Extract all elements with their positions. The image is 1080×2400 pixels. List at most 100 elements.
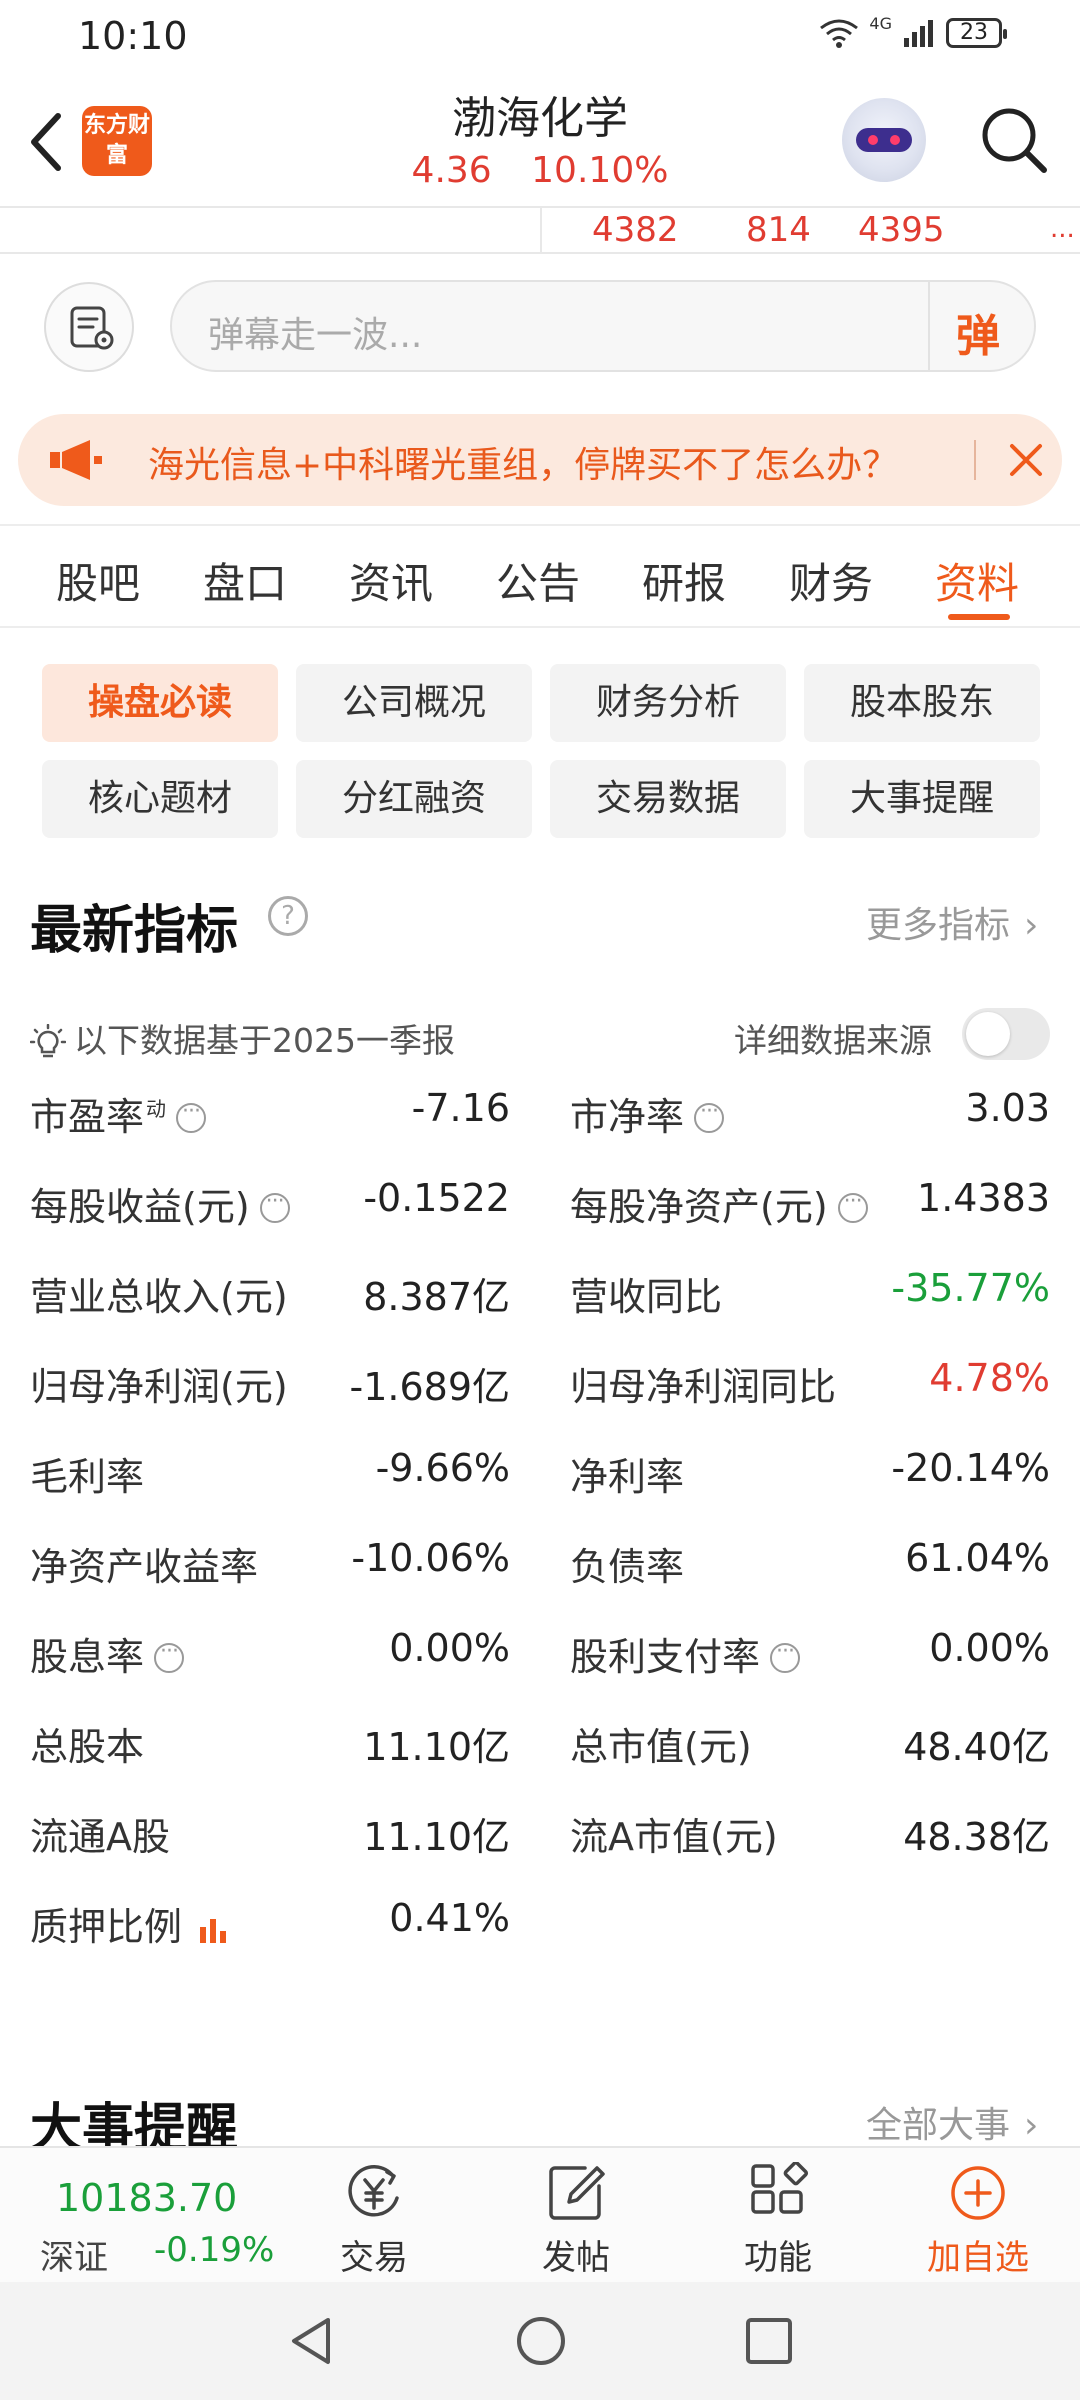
index-change[interactable]: -0.19% — [154, 2230, 274, 2270]
system-recents-icon[interactable] — [742, 2314, 796, 2368]
chip-dividend[interactable]: 分红融资 — [296, 760, 532, 838]
danmu-settings-icon — [70, 306, 114, 350]
danmu-placeholder: 弹幕走一波... — [208, 315, 423, 356]
metric-revenue-label: 营业总收入(元) — [30, 1275, 288, 1319]
danmu-send-button[interactable]: 弹 — [956, 300, 1000, 364]
nav-functions[interactable]: 功能 — [718, 2156, 838, 2279]
notice-banner[interactable]: 海光信息+中科曙光重组，停牌买不了怎么办？ — [18, 414, 1062, 506]
metric-roe-value: -10.06% — [351, 1536, 510, 1580]
metric-netmargin-label: 净利率 — [570, 1455, 685, 1499]
metric-floatcap-value: 48.38亿 — [903, 1815, 1050, 1859]
status-icons: 4G 23 — [819, 14, 1007, 48]
metric-grossmargin-value: -9.66% — [375, 1446, 510, 1490]
chevron-right-icon: › — [1024, 905, 1039, 946]
ticker-value-1: 4382 — [592, 210, 679, 250]
metric-eps-value: -0.1522 — [363, 1176, 510, 1220]
chip-theme[interactable]: 核心题材 — [42, 760, 278, 838]
trade-icon — [348, 2165, 399, 2217]
chip-caopan[interactable]: 操盘必读 — [42, 664, 278, 742]
nav-add-watchlist[interactable]: 加自选 — [918, 2156, 1038, 2279]
metric-eps-label: 每股收益(元) — [30, 1176, 290, 1231]
data-basis-note: 以下数据基于2025一季报 — [30, 1014, 455, 1062]
ticker-divider — [0, 252, 1080, 254]
tab-yanbao[interactable]: 研报 — [642, 550, 726, 611]
metric-marketcap-value: 48.40亿 — [903, 1725, 1050, 1769]
tab-zixun[interactable]: 资讯 — [349, 550, 433, 611]
tab-gonggao[interactable]: 公告 — [496, 550, 580, 611]
metric-grossmargin-label: 毛利率 — [30, 1455, 145, 1499]
metric-roe-label: 净资产收益率 — [30, 1545, 259, 1589]
all-events-label: 全部大事 — [866, 2105, 1011, 2146]
system-home-icon[interactable] — [514, 2314, 568, 2368]
nav-trade[interactable]: 交易 — [314, 2156, 434, 2279]
notice-text[interactable]: 海光信息+中科曙光重组，停牌买不了怎么办？ — [148, 436, 898, 488]
danmu-input[interactable]: 弹幕走一波... 弹 — [170, 280, 1036, 372]
more-dots-icon[interactable] — [259, 1189, 290, 1223]
metric-pe-value: -7.16 — [411, 1086, 510, 1130]
status-time: 10:10 — [78, 14, 188, 58]
more-dots-icon[interactable] — [770, 1639, 801, 1673]
status-bar: 10:10 4G 23 — [0, 0, 1080, 72]
index-name[interactable]: 深证 — [40, 2230, 108, 2279]
stock-price: 4.36 — [411, 150, 492, 191]
data-source-label: 详细数据来源 — [734, 1021, 932, 1060]
signal-icon — [904, 20, 933, 47]
metric-pb-value: 3.03 — [965, 1086, 1050, 1130]
nav-functions-label: 功能 — [744, 2238, 812, 2278]
search-icon[interactable] — [976, 102, 1052, 178]
metric-totalshares-value: 11.10亿 — [363, 1725, 510, 1769]
ticker-row: 4382 814 4395 ... — [0, 208, 1080, 254]
metric-pledge-label: 质押比例 — [30, 1896, 232, 1951]
metric-netmargin-value: -20.14% — [891, 1446, 1050, 1490]
stock-header: 东方财富 渤海化学 4.36 10.10% — [0, 72, 1080, 208]
more-dots-icon[interactable] — [176, 1099, 207, 1133]
data-source-toggle[interactable] — [962, 1008, 1050, 1060]
metric-revenue-value: 8.387亿 — [363, 1275, 510, 1319]
metric-floatshares-label: 流通A股 — [30, 1815, 170, 1859]
all-events-link[interactable]: 全部大事 › — [866, 2096, 1038, 2148]
robot-assistant-icon[interactable] — [842, 98, 926, 182]
metric-floatcap-label: 流A市值(元) — [570, 1815, 778, 1859]
tab-guba[interactable]: 股吧 — [56, 550, 140, 611]
bottom-toolbar: 10183.70 深证 -0.19% 交易 发帖 功能 加自选 — [0, 2146, 1080, 2282]
tab-ziliao[interactable]: 资料 — [935, 550, 1019, 611]
metric-totalshares-label: 总股本 — [30, 1725, 145, 1769]
chip-trading[interactable]: 交易数据 — [550, 760, 786, 838]
more-dots-icon[interactable] — [694, 1099, 725, 1133]
chip-company[interactable]: 公司概况 — [296, 664, 532, 742]
bar-chart-icon[interactable] — [198, 1915, 232, 1945]
chip-finance[interactable]: 财务分析 — [550, 664, 786, 742]
chip-shareholders[interactable]: 股本股东 — [804, 664, 1040, 742]
help-icon[interactable]: ? — [268, 896, 308, 936]
ticker-more[interactable]: ... — [1050, 214, 1075, 244]
more-dots-icon[interactable] — [837, 1189, 868, 1223]
danmu-settings-button[interactable] — [44, 282, 134, 372]
network-label: 4G — [869, 13, 892, 33]
add-circle-icon — [951, 2166, 1005, 2220]
system-navigation-bar — [0, 2282, 1080, 2400]
grid-icon — [751, 2162, 809, 2214]
tab-pankou[interactable]: 盘口 — [203, 550, 287, 611]
metric-pb-label: 市净率 — [570, 1086, 725, 1141]
index-value[interactable]: 10183.70 — [56, 2176, 237, 2220]
close-icon[interactable] — [1004, 438, 1048, 482]
metric-revyoy-value: -35.77% — [891, 1266, 1050, 1310]
nav-add-watchlist-label: 加自选 — [927, 2238, 1029, 2278]
bulb-icon — [30, 1023, 66, 1057]
system-back-icon[interactable] — [284, 2314, 338, 2368]
ticker-value-2: 814 — [746, 210, 811, 250]
metric-dividendyield-value: 0.00% — [389, 1626, 510, 1670]
nav-trade-label: 交易 — [340, 2238, 408, 2278]
wifi-icon — [820, 19, 859, 48]
tab-caiwu[interactable]: 财务 — [789, 550, 873, 611]
megaphone-icon — [50, 440, 102, 480]
chip-events[interactable]: 大事提醒 — [804, 760, 1040, 838]
nav-post-label: 发帖 — [542, 2238, 610, 2278]
metric-dividendyield-label: 股息率 — [30, 1626, 185, 1681]
section-title-indicators: 最新指标 — [30, 901, 239, 961]
more-dots-icon[interactable] — [154, 1639, 185, 1673]
more-indicators-link[interactable]: 更多指标 › — [866, 896, 1038, 948]
metric-netprofit-label: 归母净利润(元) — [30, 1365, 288, 1409]
metric-pe-label: 市盈率动 — [30, 1086, 207, 1141]
nav-post[interactable]: 发帖 — [516, 2156, 636, 2279]
